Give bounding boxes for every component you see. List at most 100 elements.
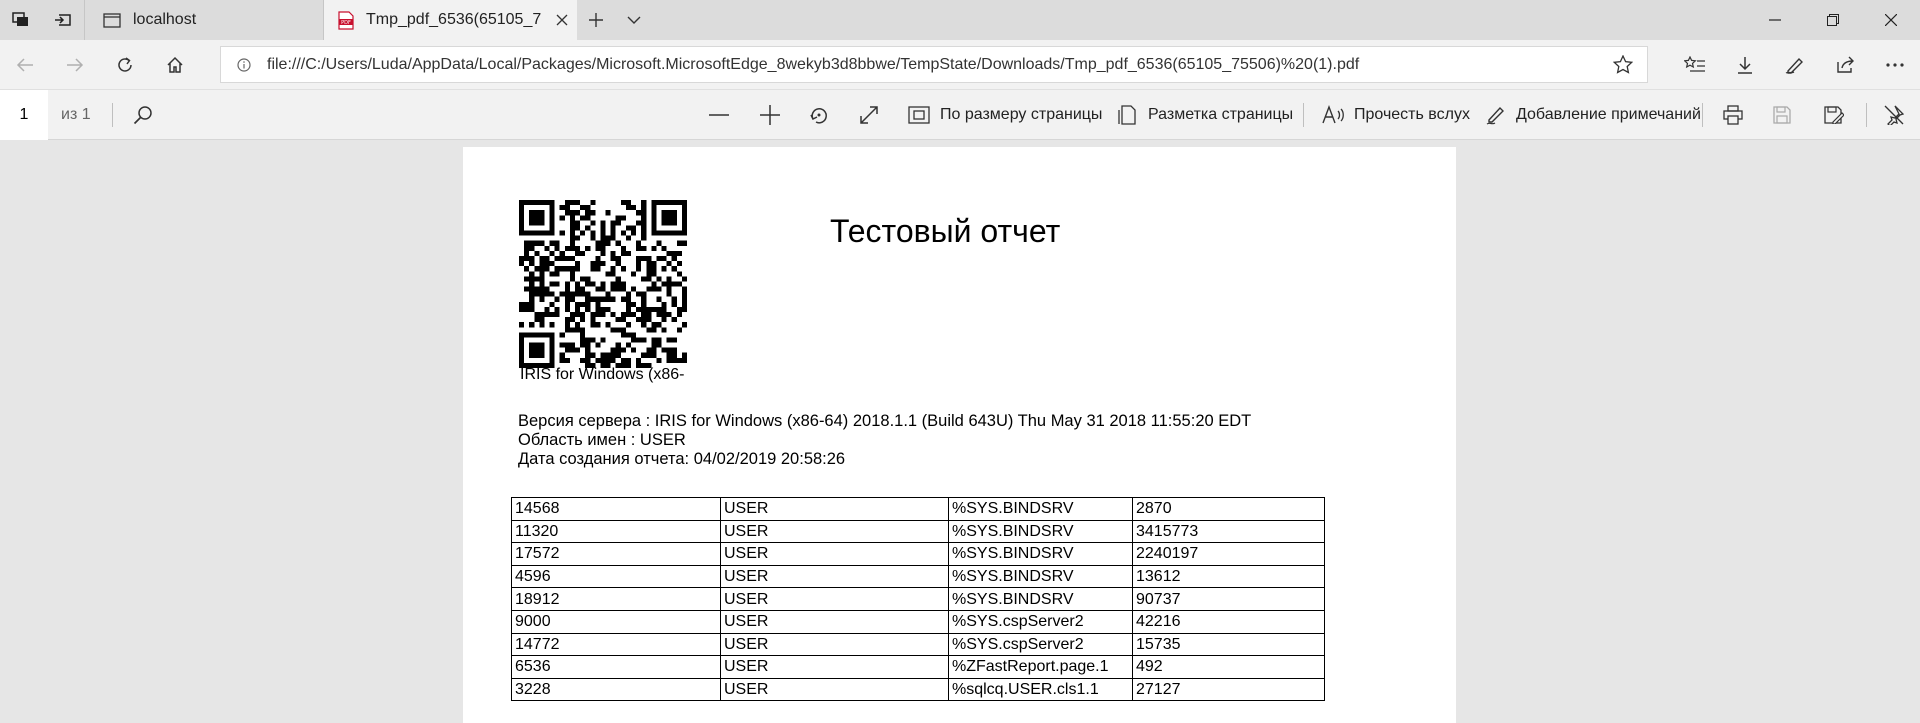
table-cell: 15735 <box>1132 632 1325 657</box>
table-cell: 492 <box>1132 655 1325 679</box>
close-tab-icon[interactable] <box>547 14 577 26</box>
table-cell: USER <box>720 632 949 657</box>
table-cell: 13612 <box>1132 564 1325 589</box>
download-icon[interactable] <box>1720 40 1770 90</box>
pen-icon <box>1486 105 1506 125</box>
refresh-icon[interactable] <box>100 40 150 90</box>
rotate-icon[interactable] <box>809 90 829 140</box>
chevron-down-icon[interactable] <box>615 0 653 40</box>
tab-title: Tmp_pdf_6536(65105_7 <box>366 11 542 28</box>
tab-pdf[interactable]: PDF Tmp_pdf_6536(65105_7 <box>324 0 577 40</box>
fit-page-button[interactable]: По размеру страницы <box>908 90 1102 140</box>
page-icon <box>103 12 121 28</box>
new-tab-icon[interactable] <box>577 0 615 40</box>
table-cell: 18912 <box>511 587 721 611</box>
table-row: 14568 USER %SYS.BINDSRV 2870 <box>511 497 1325 521</box>
table-row: 4596 USER %SYS.BINDSRV 13612 <box>511 564 1325 589</box>
namespace: Область имен : USER <box>518 431 686 449</box>
table-cell: %SYS.BINDSRV <box>948 564 1133 589</box>
table-row: 3228 USER %sqlcq.USER.cls1.1 27127 <box>511 677 1325 702</box>
pen-icon[interactable] <box>1770 40 1820 90</box>
pdf-file-icon: PDF <box>338 10 354 30</box>
table-cell: 6536 <box>511 655 721 679</box>
divider <box>1303 103 1304 127</box>
table-cell: 2870 <box>1132 497 1325 521</box>
close-window-icon[interactable] <box>1862 0 1920 40</box>
table-cell: USER <box>720 564 949 589</box>
save-as-icon[interactable] <box>1824 90 1844 140</box>
table-cell: %SYS.cspServer2 <box>948 609 1133 634</box>
tab-strip: localhost PDF Tmp_pdf_6536(65105_7 <box>0 0 1920 40</box>
url-text: file:///C:/Users/Luda/AppData/Local/Pack… <box>267 55 1360 73</box>
table-cell: %SYS.BINDSRV <box>948 587 1133 611</box>
search-icon[interactable] <box>133 90 153 140</box>
info-icon[interactable] <box>221 57 267 72</box>
table-cell: 14772 <box>511 632 721 657</box>
table-cell: %SYS.BINDSRV <box>948 542 1133 566</box>
divider <box>112 103 113 127</box>
table-cell: 27127 <box>1132 677 1325 702</box>
table-cell: USER <box>720 677 949 702</box>
print-icon[interactable] <box>1723 90 1743 140</box>
favorite-star-icon[interactable] <box>1599 55 1647 74</box>
tab-title: localhost <box>133 11 197 28</box>
table-cell: USER <box>720 542 949 566</box>
report-table: 14568 USER %SYS.BINDSRV 2870 11320 USER %SYS.B… <box>511 497 1325 702</box>
page-layout-button[interactable]: Разметка страницы <box>1118 90 1293 140</box>
fit-page-icon <box>908 106 930 124</box>
restore-icon[interactable] <box>1804 0 1862 40</box>
table-cell: USER <box>720 609 949 634</box>
table-cell: 2240197 <box>1132 542 1325 566</box>
table-cell: USER <box>720 655 949 679</box>
read-aloud-button[interactable]: Прочесть вслух <box>1322 90 1470 140</box>
pin-toolbar-icon[interactable] <box>1884 90 1904 140</box>
table-row: 11320 USER %SYS.BINDSRV 3415773 <box>511 519 1325 544</box>
table-cell: %SYS.cspServer2 <box>948 632 1133 657</box>
svg-text:PDF: PDF <box>341 20 351 26</box>
table-row: 17572 USER %SYS.BINDSRV 2240197 <box>511 542 1325 566</box>
table-cell: 90737 <box>1132 587 1325 611</box>
zoom-in-icon[interactable] <box>760 90 780 140</box>
document-title: Тестовый отчет <box>830 213 1061 249</box>
table-cell: 4596 <box>511 564 721 589</box>
home-icon[interactable] <box>150 40 200 90</box>
page-count: из 1 <box>61 106 91 123</box>
table-cell: 3228 <box>511 677 721 702</box>
created-date: Дата создания отчета: 04/02/2019 20:58:2… <box>518 450 846 468</box>
table-cell: USER <box>720 519 949 544</box>
pdf-page: IRIS for Windows (x86- Тестовый отчет Ве… <box>463 147 1456 723</box>
table-cell: 17572 <box>511 542 721 566</box>
qr-code <box>519 200 687 368</box>
favorites-list-icon[interactable] <box>1670 40 1720 90</box>
tab-manager-icon[interactable] <box>0 0 42 40</box>
table-cell: %sqlcq.USER.cls1.1 <box>948 677 1133 702</box>
minimize-icon[interactable] <box>1746 0 1804 40</box>
add-notes-button[interactable]: Добавление примечаний <box>1486 90 1701 140</box>
save-icon[interactable] <box>1773 90 1791 140</box>
zoom-out-icon[interactable] <box>709 90 729 140</box>
table-row: 9000 USER %SYS.cspServer2 42216 <box>511 609 1325 634</box>
qr-caption: IRIS for Windows (x86- <box>520 366 685 383</box>
table-row: 18912 USER %SYS.BINDSRV 90737 <box>511 587 1325 611</box>
page-number-input[interactable]: 1 <box>0 90 48 140</box>
table-cell: %ZFastReport.page.1 <box>948 655 1133 679</box>
more-icon[interactable] <box>1870 40 1920 90</box>
tab-localhost[interactable]: localhost <box>84 0 324 40</box>
set-tabs-aside-icon[interactable] <box>42 0 84 40</box>
address-bar[interactable]: file:///C:/Users/Luda/AppData/Local/Pack… <box>220 46 1648 83</box>
back-arrow-icon[interactable] <box>0 40 50 90</box>
pdf-toolbar: 1 из 1 По размеру страницы Разметка стра… <box>0 90 1920 140</box>
table-row: 6536 USER %ZFastReport.page.1 492 <box>511 655 1325 679</box>
forward-arrow-icon[interactable] <box>50 40 100 90</box>
read-aloud-icon <box>1322 105 1344 125</box>
fit-page-label: По размеру страницы <box>940 106 1103 123</box>
share-icon[interactable] <box>1820 40 1870 90</box>
divider <box>1866 103 1867 127</box>
table-cell: 11320 <box>511 519 721 544</box>
page-layout-label: Разметка страницы <box>1148 106 1294 123</box>
table-cell: 3415773 <box>1132 519 1325 544</box>
full-screen-icon[interactable] <box>859 90 879 140</box>
navigation-bar: file:///C:/Users/Luda/AppData/Local/Pack… <box>0 40 1920 90</box>
divider <box>1702 103 1703 127</box>
table-cell: %SYS.BINDSRV <box>948 497 1133 521</box>
